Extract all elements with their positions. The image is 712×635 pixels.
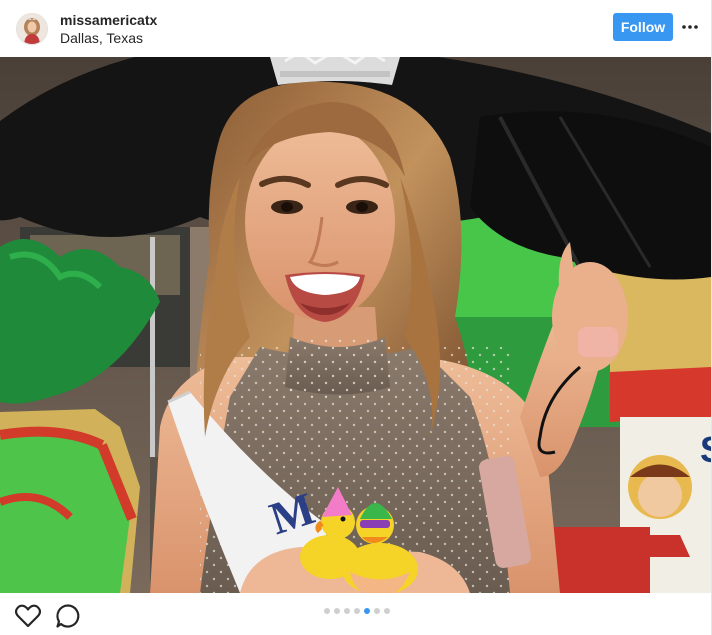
photo-illustration: S M	[0, 57, 711, 593]
carousel-dot-active	[364, 608, 370, 614]
carousel-dot	[374, 608, 380, 614]
username-link[interactable]: missamericatx	[60, 11, 157, 29]
user-info: missamericatx Dallas, Texas	[60, 11, 157, 47]
post-actions	[0, 593, 711, 635]
user-avatar[interactable]	[16, 12, 48, 45]
instagram-post: missamericatx Dallas, Texas Follow M	[0, 0, 712, 635]
more-options-icon[interactable]	[680, 17, 700, 37]
heart-icon[interactable]	[14, 602, 42, 630]
carousel-dot	[354, 608, 360, 614]
carousel-dot	[384, 608, 390, 614]
location-label[interactable]: Dallas, Texas	[60, 29, 157, 47]
follow-button[interactable]: Follow	[613, 13, 673, 41]
carousel-dot	[334, 608, 340, 614]
carousel-dot	[324, 608, 330, 614]
post-photo[interactable]: S M	[0, 57, 711, 593]
post-header: missamericatx Dallas, Texas Follow	[0, 0, 711, 57]
carousel-dot	[344, 608, 350, 614]
carousel-indicator	[324, 608, 390, 614]
sign-letter: S	[700, 429, 711, 470]
comment-icon[interactable]	[54, 602, 82, 630]
avatar-image	[17, 13, 47, 44]
